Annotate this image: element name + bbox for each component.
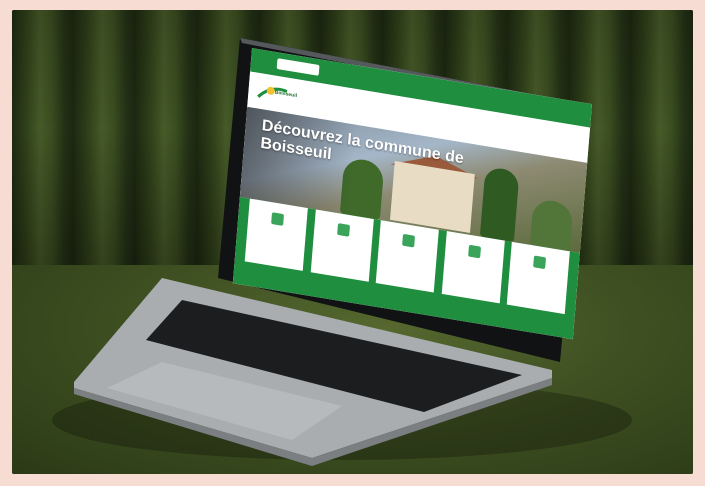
- globe-icon: [402, 233, 416, 248]
- top-links: [567, 108, 583, 111]
- tile-label: [383, 250, 431, 258]
- megaphone-icon: [336, 223, 350, 237]
- tile-label: [318, 240, 366, 248]
- document-icon: [271, 212, 285, 226]
- quick-link-tile[interactable]: [441, 231, 505, 304]
- tile-label: [252, 229, 300, 237]
- book-icon: [467, 244, 481, 259]
- photo: Boisseuil Découvrez la commune de Boisse…: [12, 10, 693, 474]
- quick-link-tile[interactable]: [244, 198, 308, 271]
- monitor-icon: [533, 255, 547, 270]
- quick-link-tile[interactable]: [375, 220, 439, 293]
- tile-label: [449, 261, 497, 269]
- quick-link-tile[interactable]: [506, 241, 570, 315]
- main-nav: [319, 93, 399, 106]
- tree: [529, 197, 574, 252]
- quick-link-tile[interactable]: [310, 209, 374, 282]
- search-input[interactable]: [276, 58, 320, 76]
- tile-label: [514, 272, 562, 280]
